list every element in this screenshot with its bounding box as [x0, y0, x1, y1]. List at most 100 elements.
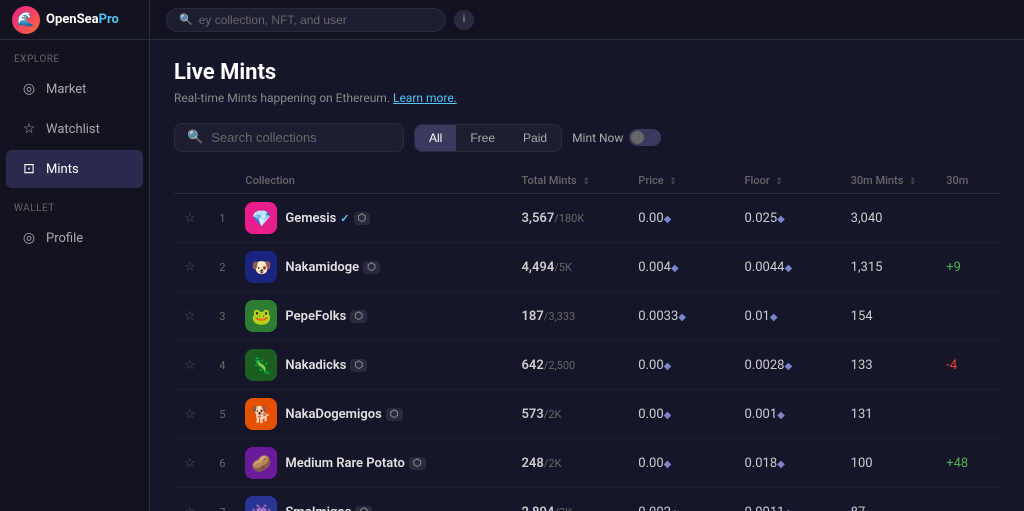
- chain-badge: ⬡: [350, 359, 367, 372]
- verified-badge: ✓: [340, 212, 349, 225]
- total-mints-cell: 3,567/180K: [512, 194, 629, 243]
- collection-name: Smolmigos ⬡: [285, 505, 372, 511]
- collection-avatar: 🐶: [245, 251, 277, 283]
- price-cell: 0.00◆: [628, 194, 734, 243]
- collection-avatar: 🥔: [245, 447, 277, 479]
- rank-cell: 5: [208, 390, 236, 439]
- rank-cell: 6: [208, 439, 236, 488]
- col-header-price[interactable]: Price ⇕: [628, 168, 734, 194]
- col-header-30m-mints[interactable]: 30m Mints ⇕: [841, 168, 937, 194]
- collection-name: Nakadicks ⬡: [285, 358, 367, 373]
- collection-cell: 👾 Smolmigos ⬡: [235, 488, 511, 511]
- collection-cell: 💎 Gemesis ✓ ⬡: [235, 194, 511, 243]
- chain-badge: ⬡: [363, 261, 380, 274]
- collection-name: Gemesis ✓ ⬡: [285, 211, 370, 226]
- price-cell: 0.004◆: [628, 243, 734, 292]
- collection-search[interactable]: 🔍: [174, 123, 404, 152]
- logo-text: OpenSeaPro: [46, 12, 119, 27]
- profile-icon: ◎: [20, 229, 38, 247]
- collection-name: PepeFolks ⬡: [285, 309, 367, 324]
- price-sort-icon: ⇕: [669, 177, 677, 187]
- table-row: ☆ 7 👾 Smolmigos ⬡ 2,804/3K 0.002◆ 0.0011…: [174, 488, 1000, 511]
- collection-name: NakaDogemigos ⬡: [285, 407, 402, 422]
- rank-cell: 1: [208, 194, 236, 243]
- mints-30m-change-cell: [936, 390, 1000, 439]
- total-mints-cell: 187/3,333: [512, 292, 629, 341]
- chain-badge: ⬡: [386, 408, 403, 421]
- mints-30m-change-cell: [936, 194, 1000, 243]
- topbar-search[interactable]: 🔍: [166, 8, 446, 32]
- filter-all-button[interactable]: All: [415, 125, 456, 151]
- sidebar-item-watchlist[interactable]: ☆ Watchlist: [6, 110, 143, 148]
- sidebar-item-profile[interactable]: ◎ Profile: [6, 219, 143, 257]
- rank-cell: 7: [208, 488, 236, 511]
- table-row: ☆ 5 🐕 NakaDogemigos ⬡ 573/2K 0.00◆ 0.001…: [174, 390, 1000, 439]
- mints-30m-cell: 3,040: [841, 194, 937, 243]
- content-area: Live Mints Real-time Mints happening on …: [150, 40, 1024, 511]
- topbar-search-input[interactable]: [199, 13, 433, 27]
- sidebar-item-market[interactable]: ◎ Market: [6, 70, 143, 108]
- collection-cell: 🐶 Nakamidoge ⬡: [235, 243, 511, 292]
- mints-30m-change-cell: –: [936, 488, 1000, 511]
- table-row: ☆ 6 🥔 Medium Rare Potato ⬡ 248/2K 0.00◆ …: [174, 439, 1000, 488]
- collection-name: Medium Rare Potato ⬡: [285, 456, 425, 471]
- col-header-collection: Collection: [235, 168, 511, 194]
- main-content: 🔍 i Live Mints Real-time Mints happening…: [150, 0, 1024, 511]
- sidebar-item-mints[interactable]: ⊡ Mints: [6, 150, 143, 188]
- price-cell: 0.00◆: [628, 341, 734, 390]
- mints-30m-change-cell: +9: [936, 243, 1000, 292]
- col-header-30m-extra: 30m: [936, 168, 1000, 194]
- price-cell: 0.0033◆: [628, 292, 734, 341]
- sidebar-item-label: Watchlist: [46, 122, 100, 137]
- floor-cell: 0.001◆: [734, 390, 840, 439]
- mints-30m-cell: 154: [841, 292, 937, 341]
- learn-more-link[interactable]: Learn more.: [393, 91, 457, 105]
- mints-30m-cell: 1,315: [841, 243, 937, 292]
- collection-cell: 🥔 Medium Rare Potato ⬡: [235, 439, 511, 488]
- floor-cell: 0.025◆: [734, 194, 840, 243]
- collection-avatar: 💎: [245, 202, 277, 234]
- chain-badge: ⬡: [354, 212, 371, 225]
- collection-cell: 🐕 NakaDogemigos ⬡: [235, 390, 511, 439]
- search-input[interactable]: [211, 130, 391, 145]
- 30m-sort-icon: ⇕: [909, 177, 917, 187]
- sidebar: 🌊 OpenSeaPro Explore ◎ Market ☆ Watchlis…: [0, 0, 150, 511]
- watchlist-icon: ☆: [20, 120, 38, 138]
- collection-cell: 🦎 Nakadicks ⬡: [235, 341, 511, 390]
- favorite-star[interactable]: ☆: [174, 292, 208, 341]
- favorite-star[interactable]: ☆: [174, 390, 208, 439]
- table-row: ☆ 2 🐶 Nakamidoge ⬡ 4,494/5K 0.004◆ 0.004…: [174, 243, 1000, 292]
- table-row: ☆ 1 💎 Gemesis ✓ ⬡ 3,567/180K 0.00◆ 0.025…: [174, 194, 1000, 243]
- total-mints-cell: 4,494/5K: [512, 243, 629, 292]
- chain-badge: ⬡: [409, 457, 426, 470]
- filter-bar: 🔍 All Free Paid Mint Now: [174, 123, 1000, 152]
- filter-free-button[interactable]: Free: [456, 125, 509, 151]
- mint-now-toggle: Mint Now: [572, 129, 661, 146]
- floor-cell: 0.0011◆: [734, 488, 840, 511]
- chain-badge: ⬡: [350, 310, 367, 323]
- mints-icon: ⊡: [20, 160, 38, 178]
- filter-paid-button[interactable]: Paid: [509, 125, 561, 151]
- total-mints-cell: 2,804/3K: [512, 488, 629, 511]
- collection-cell: 🐸 PepeFolks ⬡: [235, 292, 511, 341]
- table-row: ☆ 3 🐸 PepeFolks ⬡ 187/3,333 0.0033◆ 0.01…: [174, 292, 1000, 341]
- mints-30m-change-cell: +48: [936, 439, 1000, 488]
- mints-30m-cell: 100: [841, 439, 937, 488]
- favorite-star[interactable]: ☆: [174, 341, 208, 390]
- favorite-star[interactable]: ☆: [174, 488, 208, 511]
- filter-btn-group: All Free Paid: [414, 124, 562, 152]
- favorite-star[interactable]: ☆: [174, 194, 208, 243]
- market-icon: ◎: [20, 80, 38, 98]
- collection-avatar: 🦎: [245, 349, 277, 381]
- favorite-star[interactable]: ☆: [174, 439, 208, 488]
- favorite-star[interactable]: ☆: [174, 243, 208, 292]
- mints-30m-cell: 133: [841, 341, 937, 390]
- topbar: 🔍 i: [150, 0, 1024, 40]
- col-header-total-mints[interactable]: Total Mints ⇕: [512, 168, 629, 194]
- floor-cell: 0.0028◆: [734, 341, 840, 390]
- col-header-floor[interactable]: Floor ⇕: [734, 168, 840, 194]
- topbar-tag[interactable]: i: [454, 10, 474, 30]
- mint-now-toggle-switch[interactable]: [629, 129, 661, 146]
- price-cell: 0.00◆: [628, 439, 734, 488]
- collection-avatar: 🐕: [245, 398, 277, 430]
